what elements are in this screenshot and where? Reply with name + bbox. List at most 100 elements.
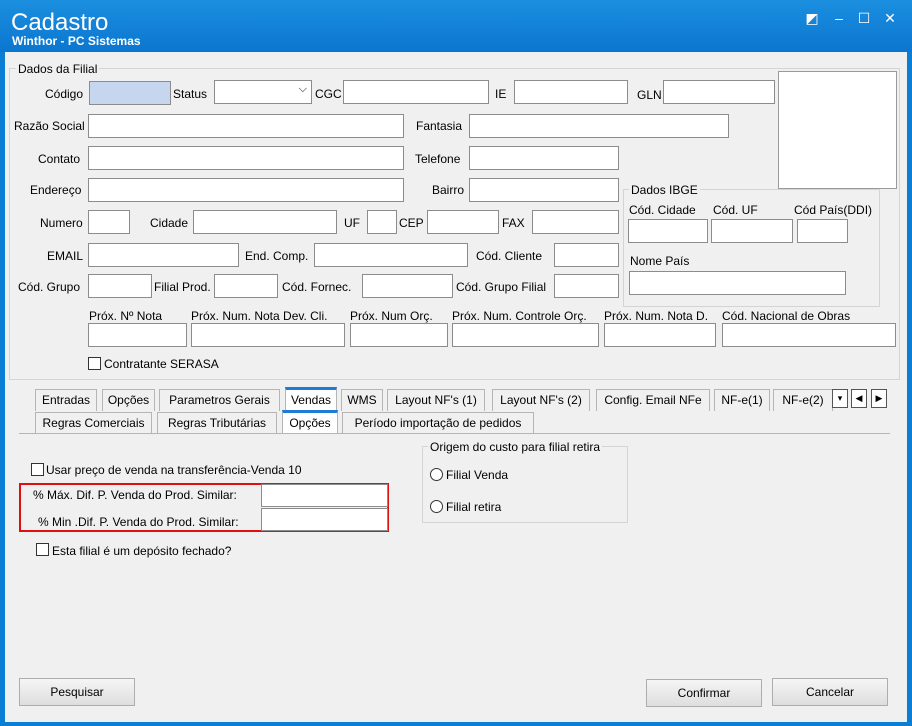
restore-icon[interactable]: ◩ bbox=[801, 8, 823, 28]
tab-opcoes-sub[interactable]: Opções bbox=[282, 410, 338, 434]
filial-retira-radio[interactable] bbox=[430, 500, 443, 513]
deposito-fechado-label: Esta filial é um depósito fechado? bbox=[52, 544, 232, 558]
cod-grupo-input[interactable] bbox=[88, 274, 152, 298]
codigo-label: Código bbox=[45, 87, 84, 101]
bairro-input[interactable] bbox=[469, 178, 619, 202]
tab-nfe-1[interactable]: NF-e(1) bbox=[714, 389, 770, 411]
prox-orc-input[interactable] bbox=[350, 323, 448, 347]
cod-cliente-input[interactable] bbox=[554, 243, 619, 267]
tab-list-dropdown-icon[interactable]: ▾ bbox=[832, 389, 848, 408]
contratante-serasa-label: Contratante SERASA bbox=[104, 357, 219, 371]
deposito-fechado-checkbox[interactable] bbox=[36, 543, 49, 556]
ie-input[interactable] bbox=[514, 80, 628, 104]
filial-prod-input[interactable] bbox=[214, 274, 278, 298]
cgc-input[interactable] bbox=[343, 80, 489, 104]
bairro-label: Bairro bbox=[432, 183, 465, 197]
status-select[interactable]: ⌵ bbox=[214, 80, 312, 104]
filial-venda-radio[interactable] bbox=[430, 468, 443, 481]
min-dif-label: % Min .Dif. P. Venda do Prod. Similar: bbox=[38, 515, 239, 529]
tab-wms[interactable]: WMS bbox=[341, 389, 383, 411]
close-icon[interactable]: ✕ bbox=[879, 8, 901, 28]
prox-nota-dev-input[interactable] bbox=[191, 323, 345, 347]
tab-opcoes[interactable]: Opções bbox=[102, 389, 155, 411]
min-dif-input[interactable] bbox=[261, 508, 388, 531]
contato-label: Contato bbox=[38, 152, 81, 166]
razao-social-input[interactable] bbox=[88, 114, 404, 138]
numero-input[interactable] bbox=[88, 210, 130, 234]
tab-scroll-left-icon[interactable]: ◀ bbox=[851, 389, 867, 408]
uf-input[interactable] bbox=[367, 210, 397, 234]
max-dif-input[interactable] bbox=[261, 484, 388, 507]
tab-config-email-nfe[interactable]: Config. Email NFe bbox=[596, 389, 710, 411]
origem-custo-title: Origem do custo para filial retira bbox=[428, 440, 603, 454]
prox-nota-label: Próx. Nº Nota bbox=[89, 309, 163, 323]
nome-pais-label: Nome País bbox=[630, 254, 690, 268]
cod-fornec-label: Cód. Fornec. bbox=[282, 280, 352, 294]
fax-input[interactable] bbox=[532, 210, 619, 234]
cep-input[interactable] bbox=[427, 210, 499, 234]
cidade-input[interactable] bbox=[193, 210, 337, 234]
gln-input[interactable] bbox=[663, 80, 775, 104]
cancelar-button[interactable]: Cancelar bbox=[772, 678, 888, 706]
prox-nota-input[interactable] bbox=[88, 323, 187, 347]
end-comp-input[interactable] bbox=[314, 243, 468, 267]
prox-nota-d-input[interactable] bbox=[604, 323, 716, 347]
fantasia-input[interactable] bbox=[469, 114, 729, 138]
prox-controle-orc-input[interactable] bbox=[452, 323, 599, 347]
tab-regras-tributarias[interactable]: Regras Tributárias bbox=[157, 412, 277, 434]
telefone-input[interactable] bbox=[469, 146, 619, 170]
cod-pais-label: Cód País(DDI) bbox=[794, 203, 873, 217]
uf-label: UF bbox=[344, 216, 360, 230]
pesquisar-button[interactable]: Pesquisar bbox=[19, 678, 135, 706]
window-subtitle: Winthor - PC Sistemas bbox=[12, 34, 141, 48]
minimize-icon[interactable]: – bbox=[828, 8, 850, 28]
tab-scroll-right-icon[interactable]: ▶ bbox=[871, 389, 887, 408]
cod-grupo-filial-input[interactable] bbox=[554, 274, 619, 298]
contato-input[interactable] bbox=[88, 146, 404, 170]
fax-label: FAX bbox=[502, 216, 525, 230]
usar-preco-checkbox[interactable] bbox=[31, 463, 44, 476]
tab-parametros-gerais[interactable]: Parametros Gerais bbox=[159, 389, 280, 411]
tab-nfe-2[interactable]: NF-e(2) bbox=[773, 389, 833, 411]
cep-label: CEP bbox=[399, 216, 424, 230]
chevron-down-icon: ⌵ bbox=[298, 83, 307, 95]
tab-layout-nfs-2[interactable]: Layout NF's (2) bbox=[492, 389, 590, 411]
tab-periodo-importacao[interactable]: Período importação de pedidos bbox=[342, 412, 534, 434]
prox-orc-label: Próx. Num Orç. bbox=[350, 309, 433, 323]
fantasia-label: Fantasia bbox=[416, 119, 463, 133]
cod-cidade-input[interactable] bbox=[628, 219, 708, 243]
cod-cidade-label: Cód. Cidade bbox=[629, 203, 696, 217]
maximize-icon[interactable]: ☐ bbox=[853, 8, 875, 28]
endereco-input[interactable] bbox=[88, 178, 404, 202]
photo-box[interactable] bbox=[778, 71, 897, 189]
numero-label: Numero bbox=[40, 216, 83, 230]
prox-nota-dev-label: Próx. Num. Nota Dev. Cli. bbox=[191, 309, 328, 323]
codigo-input[interactable] bbox=[89, 81, 171, 105]
email-input[interactable] bbox=[88, 243, 239, 267]
cod-fornec-input[interactable] bbox=[362, 274, 453, 298]
tab-layout-nfs-1[interactable]: Layout NF's (1) bbox=[387, 389, 485, 411]
prox-controle-orc-label: Próx. Num. Controle Orç. bbox=[452, 309, 587, 323]
cod-uf-input[interactable] bbox=[711, 219, 793, 243]
nome-pais-input[interactable] bbox=[629, 271, 846, 295]
usar-preco-label: Usar preço de venda na transferência-Ven… bbox=[46, 463, 302, 477]
dados-ibge-title: Dados IBGE bbox=[629, 183, 700, 197]
filial-prod-label: Filial Prod. bbox=[154, 280, 211, 294]
tab-entradas[interactable]: Entradas bbox=[35, 389, 97, 411]
status-label: Status bbox=[173, 87, 208, 101]
cod-nacional-obras-label: Cód. Nacional de Obras bbox=[722, 309, 851, 323]
endereco-label: Endereço bbox=[30, 183, 82, 197]
confirmar-button[interactable]: Confirmar bbox=[646, 679, 762, 707]
tab-regras-comerciais[interactable]: Regras Comerciais bbox=[35, 412, 152, 434]
cod-pais-input[interactable] bbox=[797, 219, 848, 243]
cod-nacional-obras-input[interactable] bbox=[722, 323, 896, 347]
title-bar[interactable]: Cadastro Winthor - PC Sistemas ◩ – ☐ ✕ bbox=[0, 0, 912, 52]
telefone-label: Telefone bbox=[415, 152, 461, 166]
razao-social-label: Razão Social bbox=[14, 119, 85, 133]
ie-label: IE bbox=[495, 87, 507, 101]
cod-uf-label: Cód. UF bbox=[713, 203, 758, 217]
cod-grupo-filial-label: Cód. Grupo Filial bbox=[456, 280, 547, 294]
contratante-serasa-checkbox[interactable] bbox=[88, 357, 101, 370]
gln-label: GLN bbox=[637, 88, 662, 102]
tab-vendas[interactable]: Vendas bbox=[285, 387, 337, 411]
